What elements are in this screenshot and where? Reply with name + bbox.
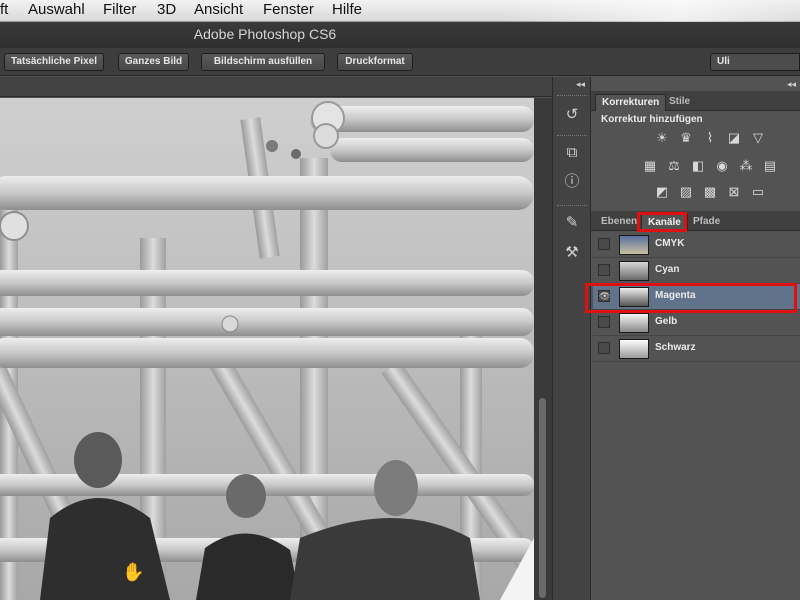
panels-column: ◂◂ Korrekturen Stile Korrektur hinzufüge… xyxy=(585,77,800,600)
levels-icon[interactable]: ♛ xyxy=(677,129,695,147)
tool-presets-icon[interactable]: ⚒ xyxy=(562,243,582,263)
adjustments-tab-row: Korrekturen Stile xyxy=(591,91,800,111)
channel-name: Schwarz xyxy=(655,342,696,353)
dock-collapse-icon[interactable]: ◂◂ xyxy=(553,79,591,90)
tab-kanaele[interactable]: Kanäle xyxy=(641,214,688,231)
tab-stile[interactable]: Stile xyxy=(663,94,696,111)
title-bar: Adobe Photoshop CS6 xyxy=(0,22,800,48)
visibility-toggle[interactable] xyxy=(598,316,610,328)
eye-icon[interactable]: 👁 xyxy=(598,290,610,302)
channel-row-schwarz[interactable]: Schwarz xyxy=(593,336,800,362)
scrollbar-thumb[interactable] xyxy=(539,398,546,598)
channel-name: CMYK xyxy=(655,238,685,249)
menu-filter[interactable]: Filter xyxy=(103,1,136,18)
print-size-button[interactable]: Druckformat xyxy=(337,53,413,71)
adjustments-heading: Korrektur hinzufügen xyxy=(601,114,703,125)
posterize-icon[interactable]: ▨ xyxy=(677,183,695,201)
tab-korrekturen[interactable]: Korrekturen xyxy=(595,94,667,111)
window-title: Adobe Photoshop CS6 xyxy=(193,26,337,42)
channel-mixer-icon[interactable]: ⁂ xyxy=(737,157,755,175)
tab-ebenen[interactable]: Ebenen xyxy=(595,214,643,231)
menu-ansicht[interactable]: Ansicht xyxy=(194,1,243,18)
image-canvas[interactable]: ✋ xyxy=(0,98,534,600)
vibrance-icon[interactable]: ▽ xyxy=(749,129,767,147)
dock-grip xyxy=(557,135,587,139)
brush-presets-icon[interactable]: ✎ xyxy=(562,213,582,233)
brightness-icon[interactable]: ☀ xyxy=(653,129,671,147)
menu-datei[interactable]: ft xyxy=(0,1,8,18)
menu-fenster[interactable]: Fenster xyxy=(263,1,314,18)
panel-icon-dock: ◂◂ ↺ ⧉ ⓘ ✎ ⚒ xyxy=(552,77,590,600)
channel-row-cmyk[interactable]: CMYK xyxy=(593,232,800,258)
channel-thumbnail xyxy=(619,313,649,333)
hue-saturation-icon[interactable]: ▦ xyxy=(641,157,659,175)
menu-bar: ft Auswahl Filter 3D Ansicht Fenster Hil… xyxy=(0,0,800,22)
channel-row-cyan[interactable]: Cyan xyxy=(593,258,800,284)
channel-thumbnail xyxy=(619,235,649,255)
channel-row-gelb[interactable]: Gelb xyxy=(593,310,800,336)
menu-3d[interactable]: 3D xyxy=(157,1,176,18)
fit-screen-button[interactable]: Ganzes Bild xyxy=(118,53,189,71)
channel-name: Gelb xyxy=(655,316,678,327)
color-balance-icon[interactable]: ⚖ xyxy=(665,157,683,175)
document-tab-strip xyxy=(0,77,552,97)
threshold-icon[interactable]: ▩ xyxy=(701,183,719,201)
channel-name: Cyan xyxy=(655,264,680,275)
tab-pfade[interactable]: Pfade xyxy=(687,214,726,231)
3d-cubes-icon[interactable]: ⧉ xyxy=(562,143,582,163)
visibility-toggle[interactable] xyxy=(598,238,610,250)
visibility-toggle[interactable] xyxy=(598,342,610,354)
dock-grip xyxy=(557,95,587,99)
color-lookup-icon[interactable]: ▤ xyxy=(761,157,779,175)
options-bar: Tatsächliche Pixel Ganzes Bild Bildschir… xyxy=(0,48,800,76)
channel-row-magenta[interactable]: 👁 Magenta xyxy=(593,284,800,310)
black-white-icon[interactable]: ◧ xyxy=(689,157,707,175)
photo-filter-icon[interactable]: ◉ xyxy=(713,157,731,175)
visibility-toggle[interactable] xyxy=(598,264,610,276)
channels-tab-row: Ebenen Kanäle Pfade xyxy=(591,211,800,231)
channel-thumbnail xyxy=(619,339,649,359)
invert-icon[interactable]: ◩ xyxy=(653,183,671,201)
gradient-map-icon[interactable]: ▭ xyxy=(749,183,767,201)
canvas-vertical-scrollbar[interactable] xyxy=(534,98,552,600)
menu-auswahl[interactable]: Auswahl xyxy=(28,1,85,18)
channel-thumbnail xyxy=(619,261,649,281)
info-icon[interactable]: ⓘ xyxy=(562,172,582,192)
menu-hilfe[interactable]: Hilfe xyxy=(332,1,362,18)
exposure-icon[interactable]: ◪ xyxy=(725,129,743,147)
workspace-switcher[interactable]: Uli xyxy=(710,53,800,71)
history-icon[interactable]: ↺ xyxy=(562,105,582,125)
actual-pixels-button[interactable]: Tatsächliche Pixel xyxy=(4,53,104,71)
menubar-glare xyxy=(500,0,800,22)
panels-collapse-icon[interactable]: ◂◂ xyxy=(787,79,796,90)
fill-screen-button[interactable]: Bildschirm ausfüllen xyxy=(201,53,325,71)
channel-thumbnail xyxy=(619,287,649,307)
canvas-photo: ✋ xyxy=(0,98,534,600)
channel-name: Magenta xyxy=(655,290,696,301)
svg-text:✋: ✋ xyxy=(122,561,144,583)
dock-grip xyxy=(557,205,587,209)
curves-icon[interactable]: ⌇ xyxy=(701,129,719,147)
selective-color-icon[interactable]: ⊠ xyxy=(725,183,743,201)
